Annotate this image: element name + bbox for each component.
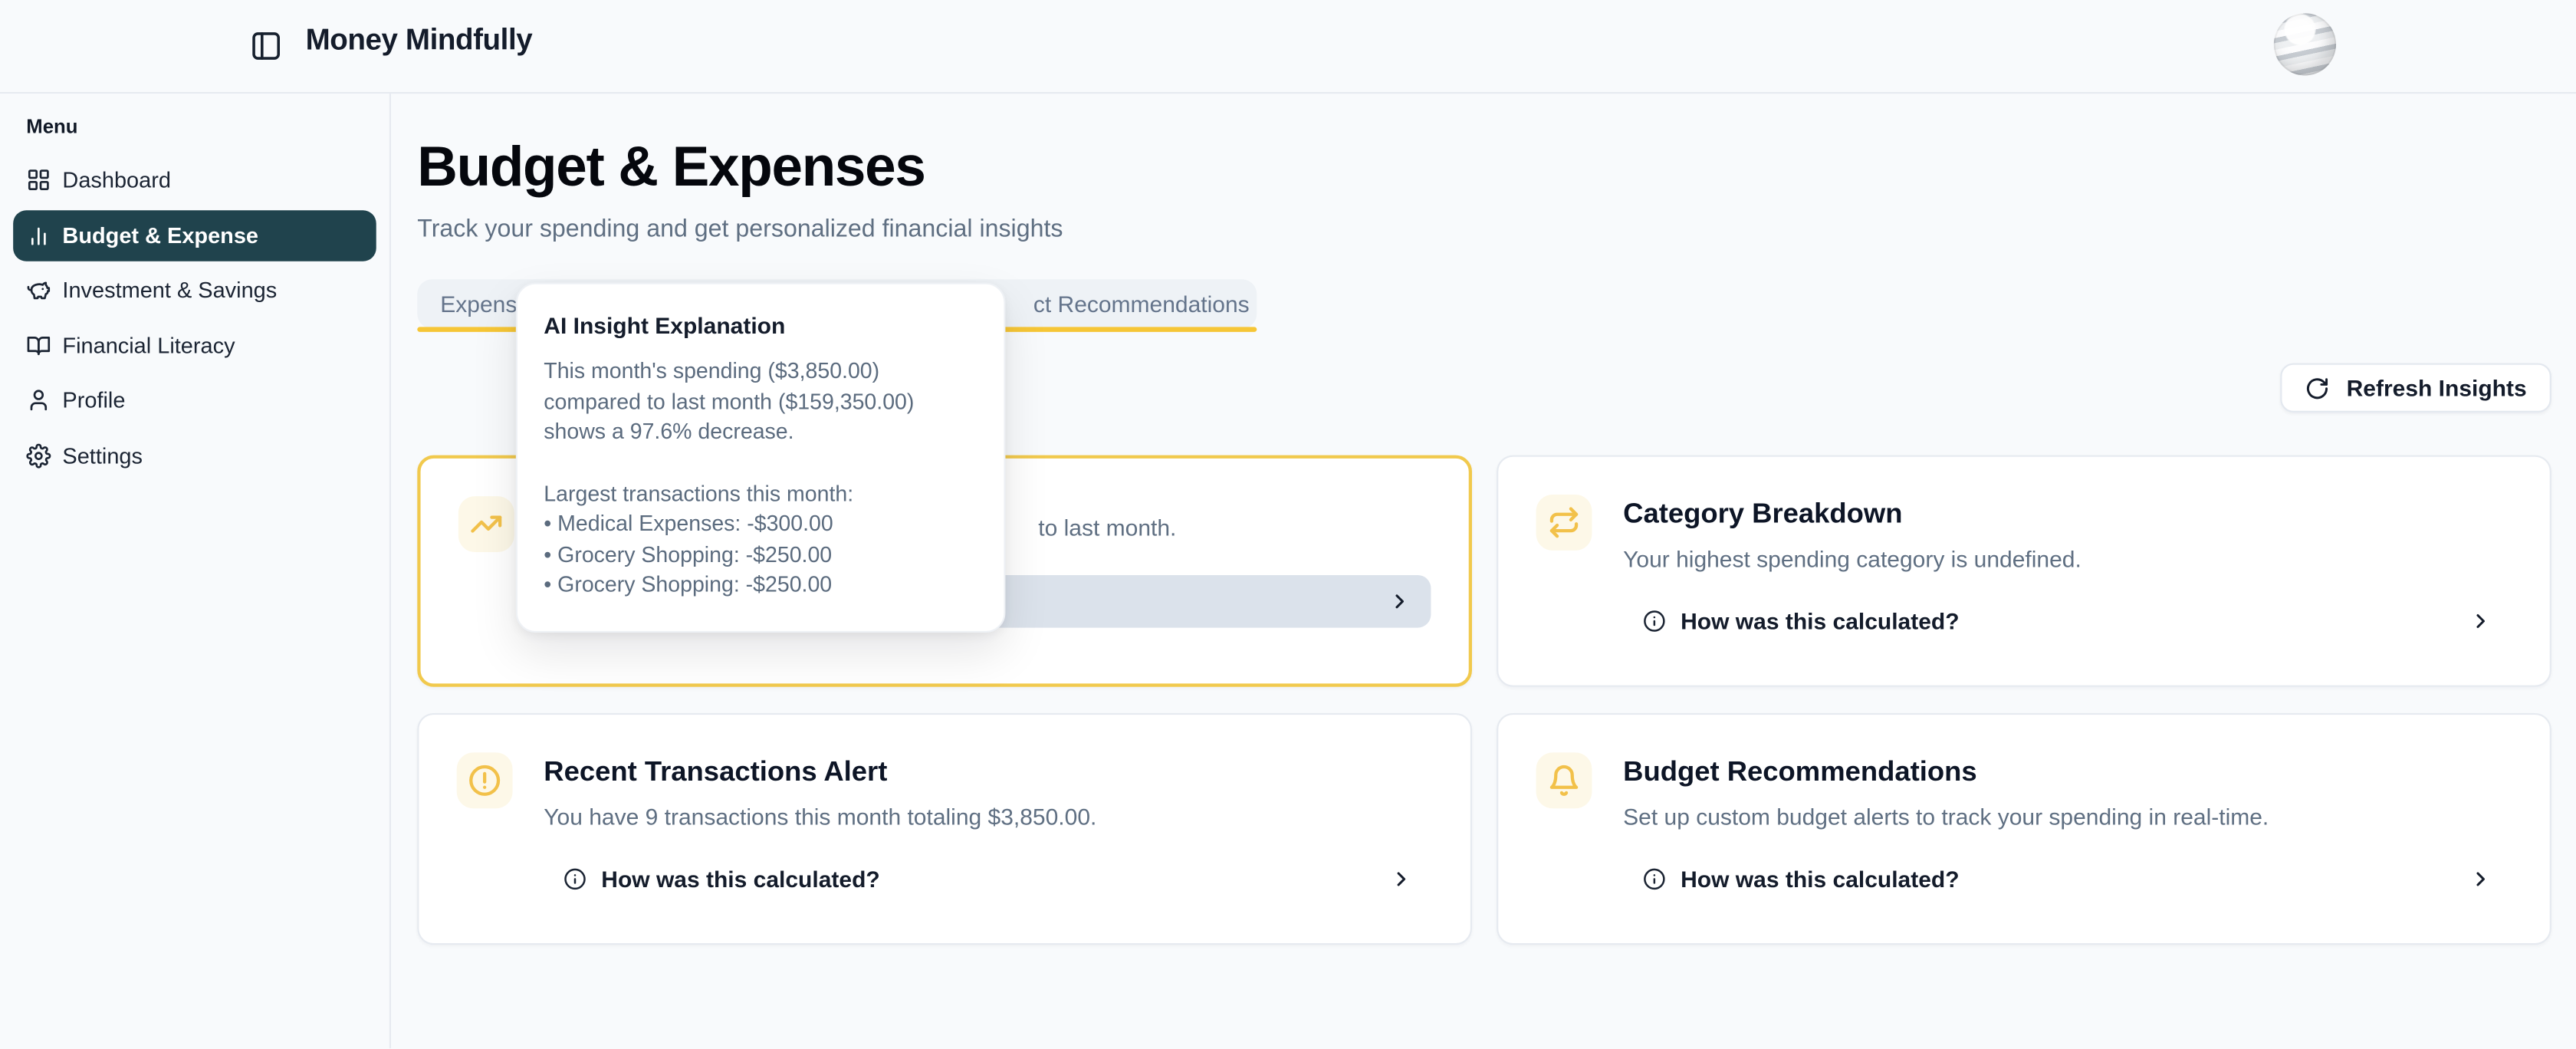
refresh-icon (2305, 376, 2330, 400)
how-was-this-calculated-row[interactable]: How was this calculated? (544, 853, 1432, 906)
app-window: Money Mindfully Menu Dashboard Budget & … (0, 0, 2576, 1048)
chevron-right-icon (1390, 867, 1413, 890)
card-description: You have 9 transactions this month total… (544, 804, 1432, 830)
sidebar-item-label: Budget & Expense (62, 222, 258, 247)
book-open-icon (26, 333, 51, 357)
tooltip-paragraph: This month's spending ($3,850.00) compar… (544, 357, 976, 448)
sidebar-item-label: Investment & Savings (62, 278, 277, 302)
tooltip-transaction-item: • Grocery Shopping: -$250.00 (544, 540, 976, 571)
sidebar-item-settings[interactable]: Settings (13, 429, 376, 480)
card-title: Budget Recommendations (1623, 756, 2512, 789)
info-icon (1643, 610, 1666, 633)
card-category-breakdown: Category Breakdown Your highest spending… (1497, 455, 2551, 687)
sidebar-item-label: Financial Literacy (62, 333, 235, 357)
sidebar-menu-label: Menu (26, 115, 376, 138)
how-was-this-calculated-label: How was this calculated? (1681, 608, 1959, 634)
sidebar-item-dashboard[interactable]: Dashboard (13, 154, 376, 205)
piggy-bank-icon (26, 278, 51, 302)
user-icon (26, 388, 51, 413)
info-icon (1643, 867, 1666, 890)
card-title: Recent Transactions Alert (544, 756, 1432, 789)
refresh-insights-label: Refresh Insights (2347, 375, 2527, 401)
info-icon (564, 867, 586, 890)
sidebar-item-label: Profile (62, 388, 125, 413)
sidebar-toggle-button[interactable] (246, 26, 285, 65)
tooltip-transaction-item: • Medical Expenses: -$300.00 (544, 509, 976, 540)
top-header: Money Mindfully (0, 0, 2576, 94)
app-title: Money Mindfully (306, 23, 533, 58)
visible-text-fragment: to last month. (1038, 515, 1176, 541)
bar-chart-icon (26, 222, 51, 247)
page-title: Budget & Expenses (417, 136, 2551, 201)
panel-left-icon (250, 30, 283, 63)
tooltip-transactions-heading: Largest transactions this month: (544, 479, 976, 510)
sidebar-item-label: Dashboard (62, 168, 171, 192)
trending-up-icon (458, 496, 514, 552)
chevron-right-icon (1388, 590, 1411, 613)
sidebar: Menu Dashboard Budget & Expense (0, 94, 391, 1048)
sidebar-item-label: Settings (62, 443, 143, 468)
user-avatar[interactable] (2274, 13, 2336, 75)
sidebar-item-budget-expense[interactable]: Budget & Expense (13, 209, 376, 260)
repeat-icon (1536, 495, 1592, 551)
bell-icon (1536, 752, 1592, 808)
card-recent-transactions-alert: Recent Transactions Alert You have 9 tra… (417, 713, 1472, 945)
main-content: Budget & Expenses Track your spending an… (391, 94, 2576, 1048)
alert-circle-icon (457, 752, 513, 808)
page-subtitle: Track your spending and get personalized… (417, 215, 2551, 243)
sidebar-item-investment-savings[interactable]: Investment & Savings (13, 265, 376, 315)
tab-recommendations[interactable]: ct Recommendations (1033, 279, 1250, 328)
how-was-this-calculated-row[interactable]: How was this calculated? (1623, 853, 2512, 906)
chevron-right-icon (2469, 867, 2492, 890)
dashboard-icon (26, 168, 51, 192)
card-title: Category Breakdown (1623, 498, 2512, 531)
tooltip-transaction-item: • Grocery Shopping: -$250.00 (544, 571, 976, 601)
card-description: Your highest spending category is undefi… (1623, 545, 2512, 571)
ai-insight-tooltip: AI Insight Explanation This month's spen… (516, 283, 1006, 632)
chevron-right-icon (2469, 610, 2492, 633)
sidebar-item-profile[interactable]: Profile (13, 375, 376, 426)
how-was-this-calculated-label: How was this calculated? (1681, 866, 1959, 892)
gear-icon (26, 443, 51, 468)
card-description: Set up custom budget alerts to track you… (1623, 804, 2512, 830)
sidebar-item-financial-literacy[interactable]: Financial Literacy (13, 320, 376, 370)
card-budget-recommendations: Budget Recommendations Set up custom bud… (1497, 713, 2551, 945)
tooltip-title: AI Insight Explanation (544, 312, 976, 338)
how-was-this-calculated-label: How was this calculated? (601, 866, 879, 892)
refresh-insights-button[interactable]: Refresh Insights (2281, 363, 2551, 413)
how-was-this-calculated-row[interactable]: How was this calculated? (1623, 595, 2512, 648)
